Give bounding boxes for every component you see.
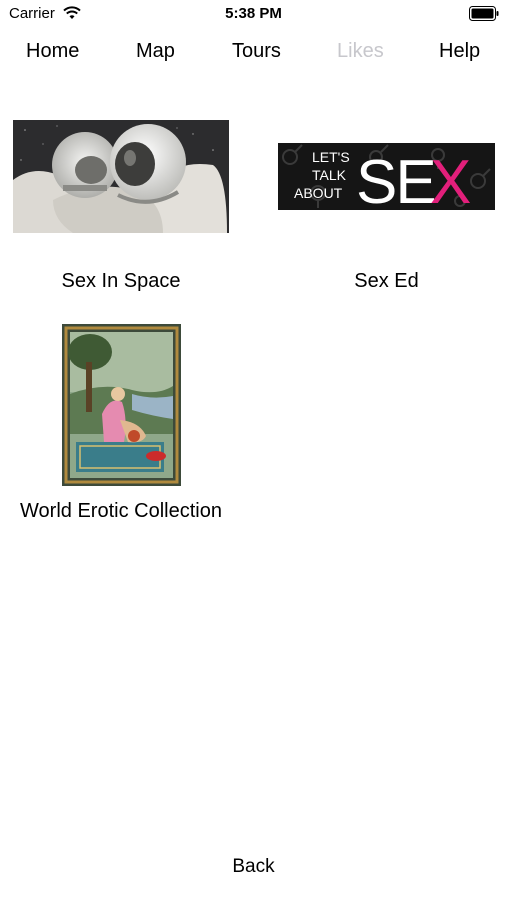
sexed-big-x: X [430, 148, 471, 210]
sexed-line1: LET'S [312, 149, 350, 165]
tile-sex-in-space[interactable] [13, 120, 229, 233]
sex-in-space-thumbnail [13, 120, 229, 233]
clock: 5:38 PM [225, 5, 282, 22]
tile-label-world-erotic-collection: World Erotic Collection [20, 500, 222, 522]
status-bar: Carrier 5:38 PM [0, 0, 507, 28]
sex-ed-thumbnail: LET'S TALK ABOUT SE X [278, 143, 495, 217]
world-erotic-thumbnail [62, 324, 181, 486]
battery-icon [469, 6, 499, 21]
nav-tours[interactable]: Tours [232, 40, 281, 63]
back-button[interactable]: Back [0, 856, 507, 878]
sexed-line3: ABOUT [294, 185, 343, 201]
top-nav: Home Map Tours Likes Help [0, 40, 507, 66]
nav-help[interactable]: Help [439, 40, 480, 63]
tile-sex-ed[interactable]: LET'S TALK ABOUT SE X [278, 143, 495, 217]
nav-home[interactable]: Home [26, 40, 79, 63]
sexed-line2: TALK [312, 167, 347, 183]
nav-likes[interactable]: Likes [337, 40, 384, 63]
nav-map[interactable]: Map [136, 40, 175, 63]
tile-world-erotic-collection[interactable] [62, 324, 181, 486]
sexed-big-text: SE [356, 148, 435, 210]
tile-label-sex-in-space: Sex In Space [61, 270, 181, 292]
tile-label-sex-ed: Sex Ed [354, 270, 419, 292]
